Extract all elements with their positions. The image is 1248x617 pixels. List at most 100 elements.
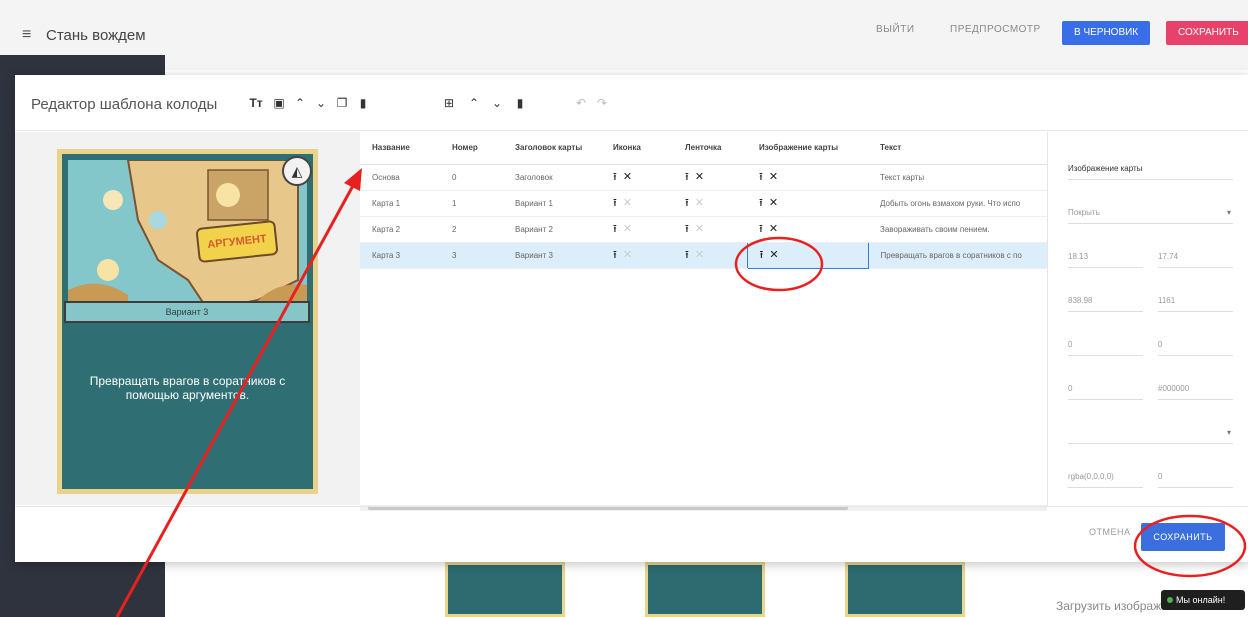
column-header-name[interactable]: Название	[360, 132, 440, 165]
table-row[interactable]: Основа 0 Заголовок ⭱ ✕ ⭱ ✕ ⭱ ✕ Текст карты	[360, 164, 1047, 191]
clear-icon[interactable]: ✕	[623, 197, 632, 209]
upload-icon[interactable]: ⭱	[685, 197, 689, 209]
upload-icon[interactable]: ⭱	[759, 171, 763, 183]
radius-field[interactable]: 0	[1068, 326, 1143, 356]
cell-number[interactable]: 1	[440, 190, 503, 217]
cancel-button[interactable]: ОТМЕНА	[1089, 527, 1131, 537]
cell-header[interactable]: Вариант 1	[503, 190, 601, 217]
preview-button[interactable]: ПРЕДПРОСМОТР	[950, 24, 1041, 35]
upload-icon[interactable]: ⭱	[760, 249, 764, 261]
cell-image[interactable]: ⭱ ✕	[747, 190, 868, 217]
clear-icon[interactable]: ✕	[695, 197, 704, 209]
copy-icon[interactable]: ❐	[333, 93, 351, 113]
bg-card-thumbnail[interactable]	[445, 562, 565, 617]
clear-icon[interactable]: ✕	[769, 171, 778, 183]
move-down-icon[interactable]: ⌄	[488, 93, 506, 113]
cell-name[interactable]: Карта 3	[360, 242, 440, 269]
cell-ribbon[interactable]: ⭱ ✕	[673, 190, 747, 217]
border-color-field[interactable]: #000000	[1158, 370, 1233, 400]
cell-number[interactable]: 2	[440, 216, 503, 243]
column-header-number[interactable]: Номер	[440, 132, 503, 165]
upload-icon[interactable]: ⭱	[613, 171, 617, 183]
x-field[interactable]: 18.13	[1068, 238, 1143, 268]
column-header-icon[interactable]: Иконка	[601, 132, 673, 165]
card-preview[interactable]: АРГУМЕНТ ◭ Вариант 3 Превращать врагов в…	[57, 149, 318, 494]
upload-icon[interactable]: ⭱	[613, 249, 617, 261]
clear-icon[interactable]: ✕	[695, 171, 704, 183]
move-down-icon[interactable]: ⌄	[312, 93, 330, 113]
cell-text[interactable]: Превращать врагов в соратников с по	[868, 242, 1047, 269]
cell-icon[interactable]: ⭱ ✕	[601, 164, 673, 191]
image-icon[interactable]: ▣	[270, 93, 288, 113]
undo-icon[interactable]: ↶	[572, 93, 590, 113]
column-header-ribbon[interactable]: Ленточка	[673, 132, 747, 165]
rotation-field[interactable]: 0	[1158, 326, 1233, 356]
cell-image-selected[interactable]: ⭱ ✕	[746, 241, 869, 269]
cell-icon[interactable]: ⭱ ✕	[601, 216, 673, 243]
cell-name[interactable]: Карта 2	[360, 216, 440, 243]
cell-image[interactable]: ⭱ ✕	[747, 216, 868, 243]
cell-header[interactable]: Заголовок	[503, 164, 601, 191]
move-up-icon[interactable]: ⌃	[291, 93, 309, 113]
cell-icon[interactable]: ⭱ ✕	[601, 242, 673, 269]
border-width-field[interactable]: 0	[1068, 370, 1143, 400]
table-row[interactable]: Карта 1 1 Вариант 1 ⭱ ✕ ⭱ ✕ ⭱ ✕ Добыть огон…	[360, 190, 1047, 217]
cell-number[interactable]: 3	[440, 242, 503, 269]
save-button[interactable]: СОХРАНИТЬ	[1141, 523, 1225, 551]
height-field[interactable]: 1161	[1158, 282, 1233, 312]
blend-select[interactable]: ▾	[1068, 414, 1233, 444]
upload-icon[interactable]: ⭱	[685, 249, 689, 261]
bg-card-thumbnail[interactable]	[645, 562, 765, 617]
table-row[interactable]: Карта 2 2 Вариант 2 ⭱ ✕ ⭱ ✕ ⭱ ✕ Завораживат…	[360, 216, 1047, 243]
delete-icon[interactable]: ▮	[511, 93, 529, 113]
delete-icon[interactable]: ▮	[354, 93, 372, 113]
upload-icon[interactable]: ⭱	[759, 223, 763, 235]
table-row-selected[interactable]: Карта 3 3 Вариант 3 ⭱ ✕ ⭱ ✕ ⭱ ✕ Превращать …	[360, 241, 1047, 269]
color-field[interactable]: rgba(0,0,0,0)	[1068, 458, 1143, 488]
bg-card-thumbnail[interactable]	[845, 562, 965, 617]
clear-icon[interactable]: ✕	[623, 249, 632, 261]
cell-header[interactable]: Вариант 3	[503, 242, 601, 269]
clear-icon[interactable]: ✕	[769, 249, 778, 261]
column-header-card-title[interactable]: Заголовок карты	[503, 132, 601, 165]
cell-image[interactable]: ⭱ ✕	[747, 164, 868, 191]
upload-icon[interactable]: ⭱	[613, 223, 617, 235]
cell-number[interactable]: 0	[440, 164, 503, 191]
cell-name[interactable]: Карта 1	[360, 190, 440, 217]
cell-text[interactable]: Текст карты	[868, 164, 1047, 191]
cell-icon[interactable]: ⭱ ✕	[601, 190, 673, 217]
clear-icon[interactable]: ✕	[623, 171, 632, 183]
exit-button[interactable]: ВЫЙТИ	[876, 24, 915, 35]
clear-icon[interactable]: ✕	[769, 223, 778, 235]
cell-ribbon[interactable]: ⭱ ✕	[673, 164, 747, 191]
menu-icon[interactable]: ≡	[22, 26, 31, 44]
cell-ribbon[interactable]: ⭱ ✕	[673, 216, 747, 243]
upload-icon[interactable]: ⭱	[685, 223, 689, 235]
element-field[interactable]: Изображение карты	[1068, 150, 1233, 180]
clear-icon[interactable]: ✕	[695, 223, 704, 235]
clear-icon[interactable]: ✕	[769, 197, 778, 209]
upload-icon[interactable]: ⭱	[613, 197, 617, 209]
upload-icon[interactable]: ⭱	[685, 171, 689, 183]
fit-select[interactable]: Покрыть ▾	[1068, 194, 1233, 224]
column-header-card-image[interactable]: Изображение карты	[747, 132, 868, 165]
opacity-field[interactable]: 0	[1158, 458, 1233, 488]
cell-text[interactable]: Добыть огонь взмахом руки. Что испо	[868, 190, 1047, 217]
cell-ribbon[interactable]: ⭱ ✕	[673, 242, 747, 269]
cell-name[interactable]: Основа	[360, 164, 440, 191]
app-save-button[interactable]: СОХРАНИТЬ	[1166, 21, 1248, 45]
cell-text[interactable]: Завораживать своим пением.	[868, 216, 1047, 243]
cell-header[interactable]: Вариант 2	[503, 216, 601, 243]
width-field[interactable]: 838.98	[1068, 282, 1143, 312]
add-card-icon[interactable]: ⊞	[440, 93, 458, 113]
upload-icon[interactable]: ⭱	[759, 197, 763, 209]
clear-icon[interactable]: ✕	[623, 223, 632, 235]
online-chat-badge[interactable]: Мы онлайн!	[1161, 590, 1245, 610]
clear-icon[interactable]: ✕	[695, 249, 704, 261]
y-field[interactable]: 17.74	[1158, 238, 1233, 268]
text-format-icon[interactable]: Tт	[247, 93, 265, 113]
redo-icon[interactable]: ↷	[593, 93, 611, 113]
move-up-icon[interactable]: ⌃	[465, 93, 483, 113]
draft-button[interactable]: В ЧЕРНОВИК	[1062, 21, 1151, 45]
column-header-text[interactable]: Текст	[868, 132, 1047, 165]
